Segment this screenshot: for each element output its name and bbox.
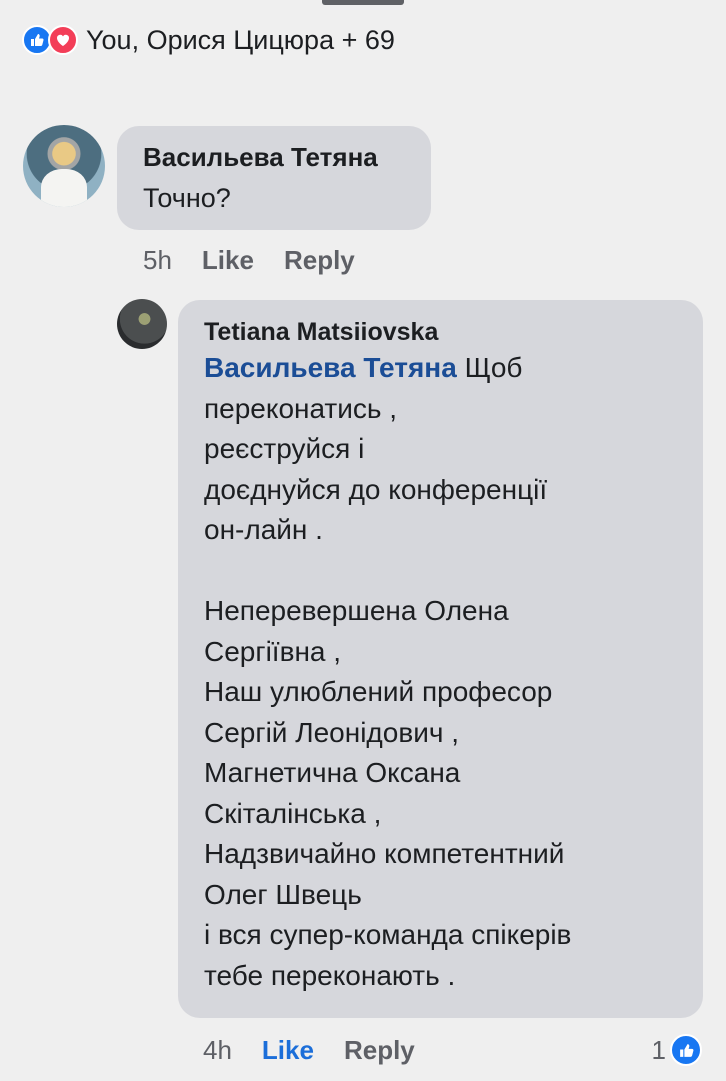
comment-bubble: Васильева Тетяна Точно? bbox=[117, 126, 431, 230]
love-icon bbox=[48, 25, 78, 55]
reply-line: Надзвичайно компетентний bbox=[204, 838, 565, 869]
avatar-commenter[interactable] bbox=[23, 125, 105, 207]
reply-line: Олег Швець bbox=[204, 878, 362, 910]
comment-text: Точно? bbox=[143, 183, 231, 213]
reply-like-button[interactable]: Like bbox=[262, 1035, 314, 1066]
reply-line-gap bbox=[204, 551, 677, 592]
comment-reply-button[interactable]: Reply bbox=[284, 245, 355, 276]
like-count-number: 1 bbox=[651, 1034, 666, 1065]
reply-line: тебе переконають . bbox=[204, 959, 456, 991]
like-icon bbox=[670, 1034, 702, 1066]
reply-line: Сергіївна , bbox=[204, 635, 342, 667]
reply-reply-button[interactable]: Reply bbox=[344, 1035, 415, 1066]
reaction-summary-text: You, Орися Цицюра + 69 bbox=[86, 24, 395, 55]
reply-bubble: Tetiana Matsiiovska Васильева Тетяна Щоб… bbox=[178, 300, 703, 1018]
reply-line: Скіталінська , bbox=[204, 797, 382, 829]
reply-like-count[interactable]: 1 bbox=[652, 1030, 702, 1070]
reply-actions: 4h Like Reply bbox=[203, 1030, 445, 1070]
reply-line: і вся супер-команда спікерів bbox=[204, 919, 572, 950]
comment-like-button[interactable]: Like bbox=[202, 245, 254, 276]
reply-author[interactable]: Tetiana Matsiiovska bbox=[204, 317, 677, 348]
reply-line: переконатись , bbox=[204, 392, 398, 424]
avatar-replier[interactable] bbox=[117, 299, 167, 349]
reply-line: Сергій Леонідович , bbox=[204, 716, 459, 748]
mention-link[interactable]: Васильева Тетяна bbox=[204, 352, 457, 383]
reply-line: Неперевершена Олена bbox=[204, 595, 509, 626]
reply-line: реєструйся і bbox=[204, 433, 365, 464]
comment-time: 5h bbox=[143, 244, 172, 275]
reply-time: 4h bbox=[203, 1034, 232, 1065]
reply-line: доєднуйся до конференції bbox=[204, 473, 548, 505]
comment-author[interactable]: Васильева Тетяна bbox=[143, 142, 405, 173]
reaction-summary[interactable]: You, Орися Цицюра + 69 bbox=[22, 22, 395, 58]
reply-text: Васильева Тетяна Щоб переконатись , реєс… bbox=[204, 348, 677, 996]
reply-line: Наш улюблений професор bbox=[204, 676, 553, 707]
reply-line: Магнетична Оксана bbox=[204, 757, 461, 788]
reply-line: он-лайн . bbox=[204, 514, 323, 545]
comment-actions: 5h Like Reply bbox=[143, 242, 385, 278]
reply-line: Васильева Тетяна Щоб bbox=[204, 352, 523, 383]
drag-handle[interactable] bbox=[322, 0, 404, 5]
